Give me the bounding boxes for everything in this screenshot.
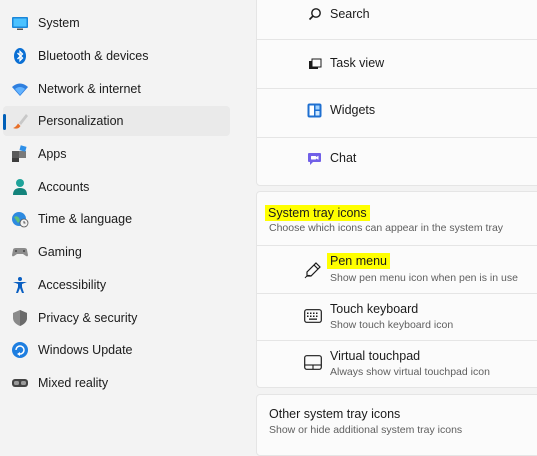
sidebar-item-label: Accessibility (38, 278, 107, 292)
accessibility-icon (13, 277, 27, 293)
sidebar-item-label: Personalization (38, 114, 124, 128)
chat-icon (308, 153, 321, 165)
settings-sidebar: System Bluetooth & devices Network & int… (0, 0, 244, 438)
controller-icon (12, 248, 28, 257)
sidebar-item-personalization[interactable]: Personalization (3, 106, 230, 136)
sidebar-item-mixed-reality[interactable]: Mixed reality (3, 368, 230, 398)
sidebar-item-gaming[interactable]: Gaming (3, 237, 230, 267)
search-icon (308, 8, 321, 21)
sidebar-item-label: Windows Update (38, 343, 133, 357)
task-view-label: Task view (330, 56, 385, 70)
pen-icon (304, 262, 321, 279)
sidebar-item-time-language[interactable]: Time & language (3, 204, 230, 234)
sidebar-item-network[interactable]: Network & internet (3, 74, 230, 104)
taskbar-item-task-view[interactable]: Task view (257, 40, 537, 88)
virtual-touchpad-row[interactable]: Virtual touchpad Always show virtual tou… (257, 341, 537, 387)
chat-label: Chat (330, 151, 357, 165)
widgets-label: Widgets (330, 103, 376, 117)
other-tray-desc: Show or hide additional system tray icon… (269, 424, 463, 436)
sidebar-item-label: Accounts (38, 180, 90, 194)
headset-icon (12, 379, 28, 387)
touch-keyboard-row[interactable]: Touch keyboard Show touch keyboard icon (257, 294, 537, 340)
sidebar-item-label: Mixed reality (38, 376, 109, 390)
system-tray-header[interactable]: System tray icons Choose which icons can… (257, 192, 537, 245)
virtual-touchpad-desc: Always show virtual touchpad icon (330, 366, 490, 378)
apps-icon (12, 145, 27, 162)
brush-icon (13, 114, 28, 129)
sidebar-item-bluetooth[interactable]: Bluetooth & devices (3, 41, 230, 71)
other-tray-label: Other system tray icons (269, 407, 401, 421)
update-icon (12, 342, 28, 358)
sidebar-item-privacy-security[interactable]: Privacy & security (3, 303, 230, 333)
pen-menu-label: Pen menu (327, 253, 390, 269)
sidebar-item-label: Bluetooth & devices (38, 49, 149, 63)
widgets-icon (307, 103, 322, 118)
sidebar-item-label: Network & internet (38, 82, 141, 96)
pen-menu-desc: Show pen menu icon when pen is in use (330, 272, 518, 284)
sidebar-item-label: Gaming (38, 245, 82, 259)
bluetooth-icon (14, 48, 26, 64)
taskbar-items-card: Search Task view Widgets Chat (256, 0, 537, 186)
sidebar-item-apps[interactable]: Apps (3, 139, 230, 169)
taskbar-item-chat[interactable]: Chat (257, 138, 537, 184)
touch-keyboard-label: Touch keyboard (330, 302, 419, 316)
sidebar-item-accounts[interactable]: Accounts (3, 172, 230, 202)
touchpad-icon (304, 355, 322, 370)
sidebar-item-accessibility[interactable]: Accessibility (3, 270, 230, 300)
sidebar-item-system[interactable]: System (3, 8, 230, 38)
touch-keyboard-desc: Show touch keyboard icon (330, 319, 454, 331)
wifi-icon (12, 83, 28, 96)
sidebar-item-label: Time & language (38, 212, 133, 226)
system-tray-card: System tray icons Choose which icons can… (256, 191, 537, 388)
system-tray-title: System tray icons (265, 205, 370, 221)
other-tray-card[interactable]: Other system tray icons Show or hide add… (256, 394, 537, 456)
globe-clock-icon (12, 212, 29, 228)
sidebar-item-label: Apps (38, 147, 67, 161)
sidebar-item-label: Privacy & security (38, 311, 138, 325)
search-label: Search (330, 7, 370, 21)
shield-icon (13, 310, 27, 326)
keyboard-icon (304, 309, 322, 323)
system-tray-subtitle: Choose which icons can appear in the sys… (269, 222, 504, 234)
settings-content: Search Task view Widgets Chat System tra… (256, 0, 537, 456)
taskbar-item-widgets[interactable]: Widgets (257, 89, 537, 137)
system-icon (12, 17, 28, 30)
pen-menu-row[interactable]: Pen menu Show pen menu icon when pen is … (257, 246, 537, 293)
virtual-touchpad-label: Virtual touchpad (330, 349, 421, 363)
selection-indicator (3, 114, 6, 130)
sidebar-item-windows-update[interactable]: Windows Update (3, 335, 230, 365)
task-view-icon (309, 58, 322, 69)
person-icon (13, 179, 27, 195)
sidebar-item-label: System (38, 16, 80, 30)
taskbar-item-search[interactable]: Search (257, 1, 537, 39)
